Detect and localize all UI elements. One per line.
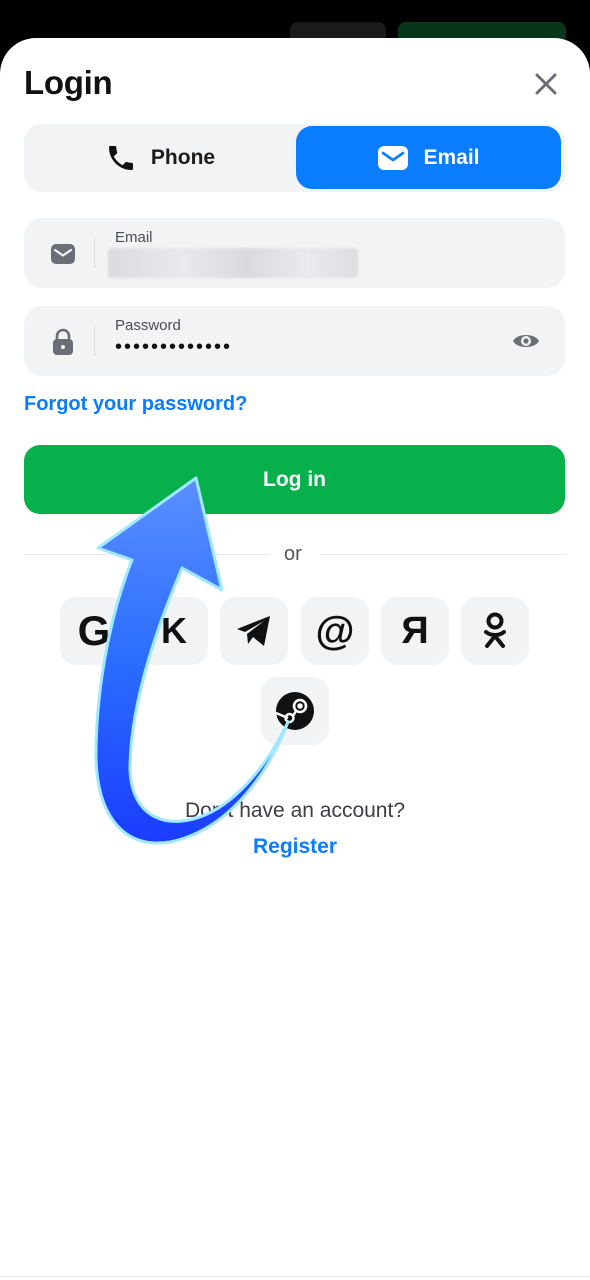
envelope-icon xyxy=(49,240,77,268)
odnoklassniki-login-button[interactable] xyxy=(461,597,529,665)
email-field[interactable]: Email xyxy=(24,218,565,288)
tab-email-label: Email xyxy=(423,145,480,169)
yandex-icon: Я xyxy=(401,609,429,652)
at-icon: @ xyxy=(315,608,355,653)
divider-line xyxy=(24,554,270,555)
phone-icon xyxy=(108,145,133,170)
no-account-text: Don't have an account? xyxy=(185,799,405,822)
envelope-icon xyxy=(378,145,409,170)
vk-icon: K xyxy=(161,610,187,651)
page-title: Login xyxy=(24,64,113,101)
google-login-button[interactable]: G xyxy=(60,597,128,665)
show-password-button[interactable] xyxy=(511,326,541,356)
password-field[interactable]: Password ••••••••••••• xyxy=(24,306,565,376)
tab-email[interactable]: Email xyxy=(296,126,561,189)
tab-phone-label: Phone xyxy=(150,145,216,169)
telegram-icon xyxy=(237,616,270,646)
divider-line xyxy=(320,554,565,555)
google-icon: G xyxy=(77,607,111,654)
field-divider xyxy=(94,326,95,356)
bottom-edge xyxy=(0,1276,590,1280)
mail-login-button[interactable]: @ xyxy=(301,597,369,665)
password-value: ••••••••••••• xyxy=(115,336,233,358)
yandex-login-button[interactable]: Я xyxy=(381,597,449,665)
close-button[interactable] xyxy=(526,64,566,104)
divider-text: or xyxy=(284,543,302,565)
register-link[interactable]: Register xyxy=(0,835,590,859)
email-value-blurred xyxy=(108,248,358,278)
forgot-password-link[interactable]: Forgot your password? xyxy=(24,393,247,416)
login-sheet: Login Phone Email Email Password •••••••… xyxy=(0,38,590,1280)
telegram-login-button[interactable] xyxy=(220,597,288,665)
ok-icon xyxy=(484,612,506,648)
password-label: Password xyxy=(115,317,181,334)
steam-login-button[interactable] xyxy=(261,677,329,745)
lock-icon xyxy=(49,328,77,356)
field-divider xyxy=(94,238,95,268)
tab-phone[interactable]: Phone xyxy=(26,126,294,189)
steam-icon xyxy=(275,692,314,730)
login-method-tabs: Phone Email xyxy=(24,124,565,192)
email-label: Email xyxy=(115,229,153,246)
vk-login-button[interactable]: K xyxy=(140,597,208,665)
eye-icon xyxy=(513,335,539,347)
login-button[interactable]: Log in xyxy=(24,445,565,514)
close-icon xyxy=(535,73,557,95)
